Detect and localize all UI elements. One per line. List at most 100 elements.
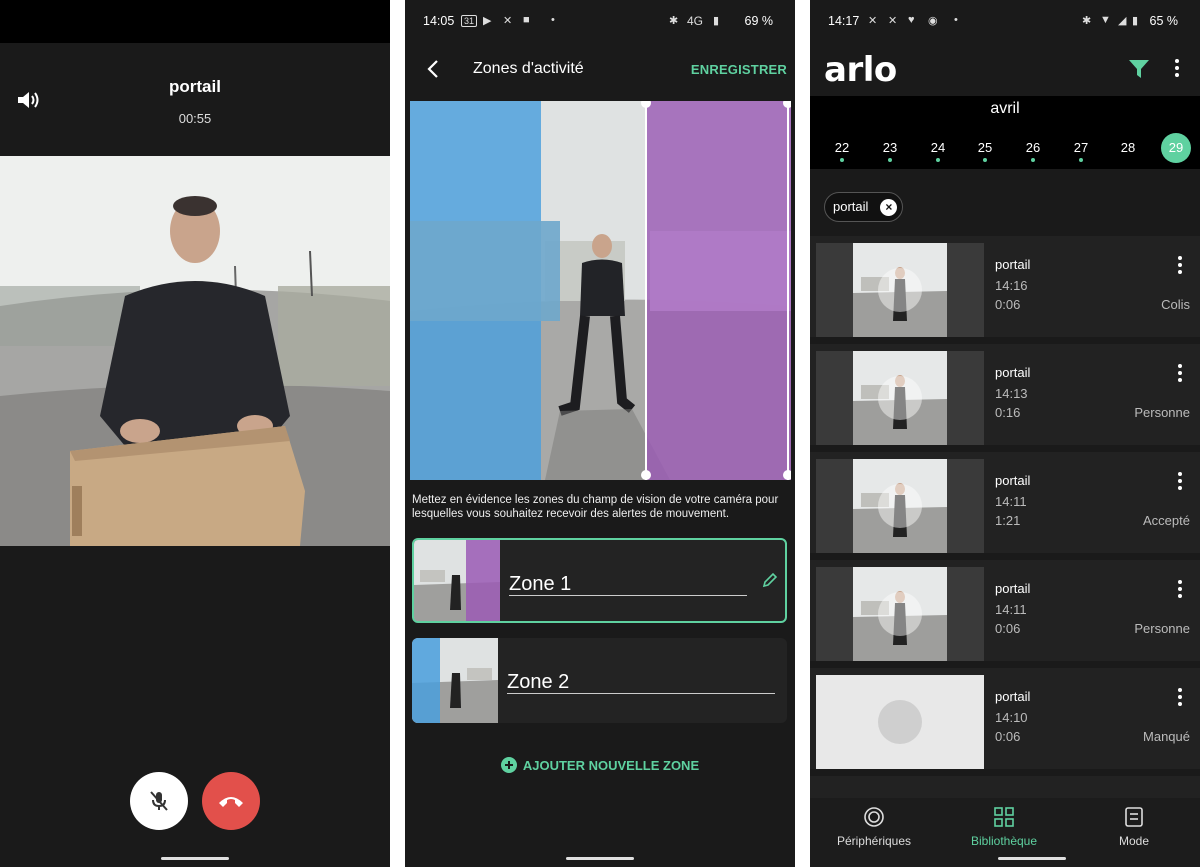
pencil-icon[interactable] (762, 572, 778, 588)
more-options-icon[interactable] (1174, 58, 1180, 78)
status-bar: 14:17 ✕ ✕ ♥ ◉ • ✱ ▼ ◢ ▮ 65 % (810, 0, 1200, 42)
play-icon (878, 484, 922, 528)
recording-time: 14:16 (995, 278, 1028, 293)
call-duration: 00:55 (178, 111, 212, 126)
play-icon (878, 376, 922, 420)
zone-editor-canvas[interactable] (410, 101, 791, 480)
recording-status: Colis (1161, 297, 1190, 312)
notification-icon: ✕ (503, 15, 513, 27)
recording-item[interactable]: portail 14:11 0:06 Personne (810, 560, 1200, 661)
recording-time: 14:11 (995, 602, 1027, 617)
play-icon (878, 268, 922, 312)
bluetooth-icon: ✱ (669, 15, 679, 27)
recording-duration: 0:06 (995, 729, 1021, 744)
arlo-logo: arlo (824, 50, 897, 90)
recording-item[interactable]: portail 14:16 0:06 Colis (810, 236, 1200, 337)
event-indicator-dot (936, 158, 940, 162)
recording-item[interactable]: portail 14:10 0:06 Manqué (810, 668, 1200, 769)
recording-camera: portail (995, 581, 1031, 596)
calendar-day[interactable]: 27 (1066, 133, 1096, 163)
tab-library[interactable]: Bibliothèque (944, 806, 1064, 848)
calendar-day[interactable]: 26 (1018, 133, 1048, 163)
wifi-icon: ▼ (1100, 14, 1111, 26)
recording-camera: portail (995, 689, 1031, 704)
filter-chip-label: portail (833, 199, 869, 214)
filter-icon[interactable] (1128, 58, 1150, 80)
recording-preview (853, 243, 947, 337)
zone-card[interactable]: Zone 1 (412, 538, 787, 623)
notification-icon: ■ (523, 14, 530, 26)
hang-up-icon (219, 797, 243, 807)
more-options-icon[interactable] (1177, 255, 1183, 275)
more-options-icon[interactable] (1177, 687, 1183, 707)
zones-description: Mettez en évidence les zones du champ de… (412, 494, 779, 520)
recording-thumbnail[interactable] (816, 351, 984, 445)
tab-mode[interactable]: Mode (1074, 806, 1194, 848)
more-options-icon[interactable] (1177, 363, 1183, 383)
gesture-handle (161, 857, 229, 860)
missed-call-icon (878, 700, 922, 744)
mute-button[interactable] (130, 772, 188, 830)
more-notifications-icon: • (954, 14, 958, 26)
status-time: 14:05 (423, 14, 455, 28)
recording-item[interactable]: portail 14:13 0:16 Personne (810, 344, 1200, 445)
calendar-day[interactable]: 23 (875, 133, 905, 163)
plus-circle-icon (500, 757, 517, 773)
recording-preview (853, 567, 947, 661)
recording-thumbnail[interactable] (816, 567, 984, 661)
back-arrow-icon[interactable] (423, 58, 445, 80)
recording-camera: portail (995, 365, 1031, 380)
recording-thumbnail[interactable] (816, 243, 984, 337)
add-zone-button[interactable]: AJOUTER NOUVELLE ZONE (405, 757, 795, 773)
zone-thumbnail (414, 540, 500, 621)
live-video-feed (0, 156, 390, 546)
event-indicator-dot (983, 158, 987, 162)
zone-card[interactable]: Zone 2 (412, 638, 787, 723)
more-notifications-icon: • (551, 14, 555, 26)
more-options-icon[interactable] (1177, 579, 1183, 599)
tab-devices[interactable]: Périphériques (814, 806, 934, 848)
event-indicator-dot (1079, 158, 1083, 162)
devices-icon (864, 807, 884, 827)
month-label: avril (990, 100, 1020, 117)
calendar-day-number: 29 (1168, 140, 1184, 155)
recording-duration: 0:06 (995, 621, 1021, 636)
battery-icon: ▮ (1132, 15, 1139, 27)
calendar-day[interactable]: 24 (923, 133, 953, 163)
zone-name-underline (507, 693, 775, 694)
page-title: Zones d'activité (473, 60, 584, 77)
youtube-icon: ▶ (483, 15, 492, 27)
calendar-day-number: 26 (1025, 140, 1041, 155)
recording-preview (853, 351, 947, 445)
recording-item[interactable]: portail 14:11 1:21 Accepté (810, 452, 1200, 553)
calendar-day[interactable]: 29 (1161, 133, 1191, 163)
event-indicator-dot (1031, 158, 1035, 162)
recording-status: Personne (1134, 405, 1190, 420)
close-icon[interactable]: × (880, 199, 898, 216)
zone-name[interactable]: Zone 2 (507, 671, 569, 694)
recording-duration: 0:16 (995, 405, 1021, 420)
zones-screen: 14:05 31 ▶ ✕ ■ • ✱ 4G ▮ 69 % Zones d'act… (405, 0, 795, 867)
battery-level: 69 % (744, 14, 774, 28)
more-options-icon[interactable] (1177, 471, 1183, 491)
calendar-day[interactable]: 25 (970, 133, 1000, 163)
calendar-day-number: 22 (834, 140, 850, 155)
recording-thumbnail[interactable] (816, 459, 984, 553)
recording-preview (853, 459, 947, 553)
recording-camera: portail (995, 257, 1031, 272)
save-button[interactable]: ENREGISTRER (691, 62, 787, 77)
call-screen: portail 00:55 (0, 0, 390, 867)
calendar-day[interactable]: 28 (1113, 133, 1143, 163)
recording-thumbnail[interactable] (816, 675, 984, 769)
notification-icon: ✕ (888, 15, 898, 27)
filter-chip[interactable]: portail × (824, 192, 904, 222)
zone-name[interactable]: Zone 1 (509, 573, 571, 596)
notification-icon: ✕ (868, 15, 878, 27)
hang-up-button[interactable] (202, 772, 260, 830)
recording-time: 14:13 (995, 386, 1028, 401)
network-type: 4G (687, 14, 704, 28)
mic-off-icon (150, 791, 168, 811)
calendar-day[interactable]: 22 (827, 133, 857, 163)
chrome-icon: ◉ (928, 15, 938, 27)
recording-status: Personne (1134, 621, 1190, 636)
